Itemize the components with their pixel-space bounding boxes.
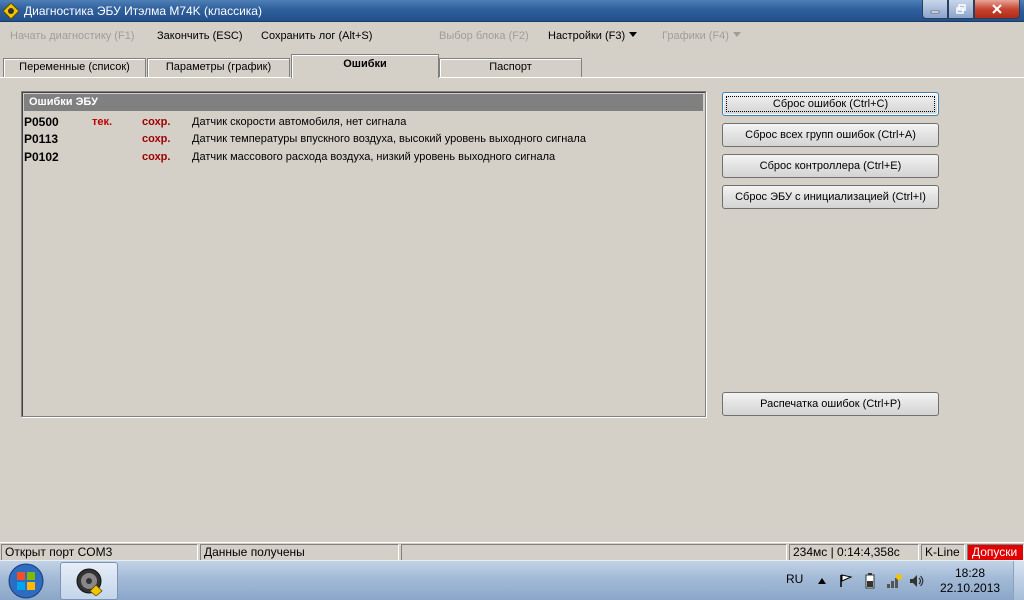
taskbar-app-diagnostics[interactable] (60, 562, 118, 600)
restore-button[interactable] (948, 0, 974, 19)
menu-finish[interactable]: Закончить (ESC) (157, 30, 243, 42)
error-saved-flag: сохр. (142, 116, 171, 128)
error-code: P0102 (24, 150, 59, 164)
tab-variables[interactable]: Переменные (список) (3, 58, 146, 77)
menu-save-log[interactable]: Сохранить лог (Alt+S) (261, 30, 372, 42)
taskbar: RU 18:28 22.10.2013 (0, 560, 1024, 600)
status-empty (401, 544, 787, 561)
tab-parameters[interactable]: Параметры (график) (147, 58, 290, 77)
clock-time: 18:28 (954, 566, 986, 580)
error-saved-flag: сохр. (142, 151, 171, 163)
menu-bar: Начать диагностику (F1) Закончить (ESC) … (0, 27, 1024, 47)
status-port: Открыт порт COM3 (1, 544, 198, 561)
title-bar[interactable]: Диагностика ЭБУ Итэлма M74K (классика) (0, 0, 1024, 22)
status-tolerances-alert[interactable]: Допуски (967, 544, 1024, 561)
flag-icon[interactable] (838, 573, 854, 589)
window-controls (922, 0, 1020, 19)
network-icon[interactable] (886, 573, 902, 589)
status-data: Данные получены (200, 544, 399, 561)
error-row[interactable]: P0102 сохр. Датчик массового расхода воз… (22, 148, 702, 166)
ecu-errors-panel: Ошибки ЭБУ P0500 тек. сохр. Датчик скоро… (21, 91, 706, 417)
menu-settings[interactable]: Настройки (F3) (548, 30, 638, 42)
tab-strip: Переменные (список) Параметры (график) О… (0, 54, 1024, 78)
tab-errors[interactable]: Ошибки (291, 54, 439, 78)
chevron-down-icon (629, 32, 638, 37)
menu-charts[interactable]: Графики (F4) (662, 30, 741, 42)
close-icon (992, 4, 1002, 14)
error-row[interactable]: P0113 сохр. Датчик температуры впускного… (22, 130, 702, 148)
start-button[interactable] (4, 563, 48, 599)
reset-ecu-init-button[interactable]: Сброс ЭБУ с инициализацией (Ctrl+I) (722, 185, 939, 209)
error-description: Датчик температуры впускного воздуха, вы… (192, 133, 586, 145)
tab-passport[interactable]: Паспорт (439, 58, 582, 77)
menu-select-block[interactable]: Выбор блока (F2) (439, 30, 529, 42)
error-row[interactable]: P0500 тек. сохр. Датчик скорости автомоб… (22, 113, 702, 131)
app-logo-icon (2, 2, 20, 20)
status-bar: Открыт порт COM3 Данные получены 234мс |… (0, 542, 1024, 561)
status-protocol: K-Line (921, 544, 965, 561)
error-description: Датчик массового расхода воздуха, низкий… (192, 151, 556, 163)
reset-errors-button[interactable]: Сброс ошибок (Ctrl+C) (722, 92, 939, 116)
tray-expand-icon[interactable] (814, 573, 830, 589)
minimize-button[interactable] (922, 0, 948, 19)
error-description: Датчик скорости автомобиля, нет сигнала (192, 116, 407, 128)
status-timing: 234мс | 0:14:4,358с (789, 544, 919, 561)
reset-all-groups-button[interactable]: Сброс всех групп ошибок (Ctrl+A) (722, 123, 939, 147)
menu-start-diagnostics[interactable]: Начать диагностику (F1) (10, 30, 134, 42)
error-current-flag: тек. (92, 116, 113, 128)
print-errors-button[interactable]: Распечатка ошибок (Ctrl+P) (722, 392, 939, 416)
battery-icon[interactable] (862, 573, 878, 589)
show-desktop-button[interactable] (1013, 561, 1024, 600)
minimize-icon (930, 10, 940, 14)
restore-icon (956, 4, 966, 14)
steering-wheel-icon (76, 568, 103, 596)
tab-divider (0, 77, 1024, 78)
menu-settings-label: Настройки (F3) (548, 30, 626, 42)
reset-controller-button[interactable]: Сброс контроллера (Ctrl+E) (722, 154, 939, 178)
error-saved-flag: сохр. (142, 133, 171, 145)
menu-charts-label: Графики (F4) (662, 30, 729, 42)
close-button[interactable] (974, 0, 1020, 19)
language-indicator[interactable]: RU (786, 572, 803, 586)
tray-clock[interactable]: 18:28 22.10.2013 (940, 566, 1000, 596)
volume-icon[interactable] (909, 573, 925, 589)
windows-logo-icon (8, 563, 44, 599)
errors-panel-title: Ошибки ЭБУ (24, 94, 703, 111)
window-title: Диагностика ЭБУ Итэлма M74K (классика) (24, 4, 262, 18)
error-code: P0500 (24, 115, 59, 129)
clock-date: 22.10.2013 (940, 581, 1001, 595)
chevron-down-icon (732, 32, 741, 37)
error-code: P0113 (24, 132, 59, 146)
